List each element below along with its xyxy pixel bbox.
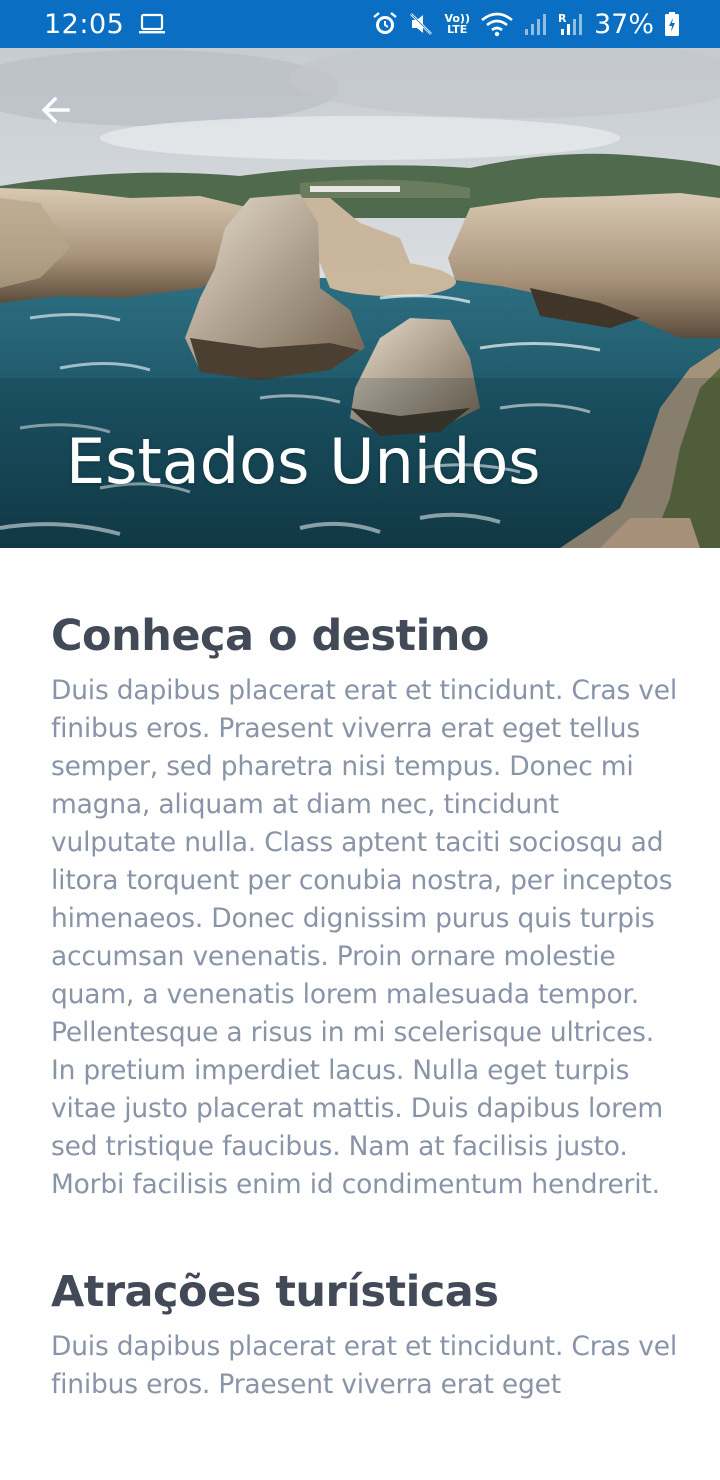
arrow-left-icon bbox=[41, 96, 70, 124]
battery-charging-icon bbox=[664, 11, 680, 37]
status-icons: Vo)) LTE R 37% bbox=[372, 9, 680, 40]
alarm-icon bbox=[372, 11, 398, 37]
status-bar: 12:05 Vo)) LTE R 37% bbox=[0, 0, 720, 48]
section-body-destination: Duis dapibus placerat erat et tincidunt.… bbox=[51, 675, 678, 1200]
volte-icon: Vo)) LTE bbox=[444, 13, 470, 35]
mute-icon bbox=[408, 11, 434, 37]
section-body-attractions: Duis dapibus placerat erat et tincidunt.… bbox=[51, 1331, 678, 1400]
laptop-icon bbox=[138, 13, 166, 35]
signal-roaming-icon: R bbox=[558, 11, 584, 37]
signal-icon bbox=[524, 12, 548, 36]
destination-title: Estados Unidos bbox=[66, 425, 541, 498]
section-title-attractions: Atrações turísticas bbox=[51, 1267, 499, 1317]
back-button[interactable] bbox=[28, 82, 84, 138]
svg-text:R: R bbox=[558, 12, 567, 25]
volte-label-bottom: LTE bbox=[447, 23, 468, 36]
section-title-destination: Conheça o destino bbox=[51, 611, 489, 661]
battery-percentage: 37% bbox=[593, 8, 654, 40]
status-time: 12:05 bbox=[44, 8, 125, 40]
hero-banner: Estados Unidos bbox=[0, 48, 720, 548]
wifi-icon bbox=[480, 11, 514, 37]
destination-content: Conheça o destino Duis dapibus placerat … bbox=[51, 548, 681, 1404]
